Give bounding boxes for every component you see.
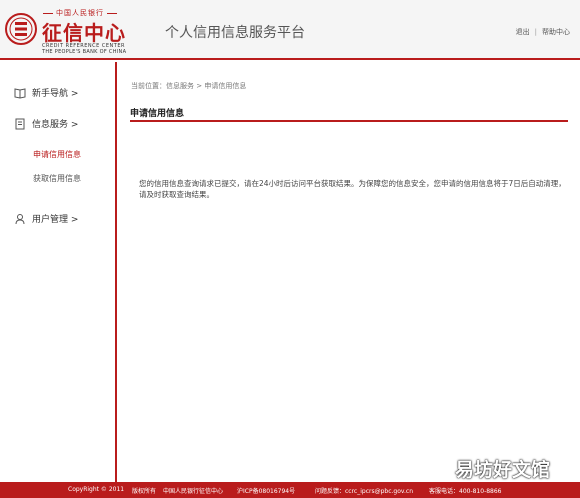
nav-credit-service[interactable]: 信息服务 > (14, 117, 78, 130)
site-title: 个人信用信息服务平台 (165, 25, 305, 41)
footer-icp: 沪ICP备08016794号 (237, 488, 296, 495)
page-footer: CopyRight © 2011 版权所有 中国人民银行征信中心 沪ICP备08… (0, 482, 580, 498)
footer-owner: 中国人民银行征信中心 (163, 488, 224, 495)
footer-hotline: 客服电话：400-810-8866 (429, 488, 502, 495)
sidebar-item-get-credit[interactable]: 获取信用信息 (33, 173, 81, 184)
sidebar: 新手导航 > 信息服务 > 申请信用信息 获取信用信息 用户管理 > (0, 62, 117, 482)
section-divider (130, 120, 568, 122)
main-content: 当前位置：信息服务 > 申请信用信息 申请信用信息 您的信用信息查询请求已提交，… (119, 62, 580, 482)
footer-copyright: CopyRight © 2011 (68, 486, 125, 493)
top-links: 退出 | 帮助中心 (516, 27, 570, 37)
document-icon (15, 118, 25, 129)
nav-guide-label: 新手导航 > (32, 89, 79, 99)
breadcrumb: 当前位置：信息服务 > 申请信用信息 (131, 82, 247, 90)
nav-guide[interactable]: 新手导航 > (14, 86, 78, 99)
logo-english-line-2: THE PEOPLE'S BANK OF CHINA (42, 49, 127, 55)
page-header: 中国人民银行 征信中心 CREDIT REFERENCE CENTER THE … (0, 0, 580, 60)
link-separator: | (534, 28, 537, 36)
footer-rights: 版权所有 (132, 488, 157, 495)
watermark: 易坊好文馆 (454, 459, 550, 481)
nav-user-management-label: 用户管理 > (32, 215, 79, 225)
footer-feedback[interactable]: 问题反馈：ccrc_ipcrs@pbc.gov.cn (315, 486, 413, 495)
section-title: 申请信用信息 (130, 109, 185, 119)
sidebar-item-apply-credit[interactable]: 申请信用信息 (33, 149, 81, 160)
nav-user-management[interactable]: 用户管理 > (14, 212, 78, 225)
logo: 中国人民银行 征信中心 CREDIT REFERENCE CENTER THE … (4, 6, 154, 56)
logout-link[interactable]: 退出 (516, 28, 530, 36)
help-link[interactable]: 帮助中心 (542, 28, 570, 36)
seal-icon (5, 13, 37, 45)
user-icon (15, 213, 25, 224)
book-icon (14, 87, 26, 99)
result-message: 您的信用信息查询请求已提交，请在24小时后访问平台获取结果。为保障您的信息安全，… (139, 179, 566, 199)
nav-credit-service-label: 信息服务 > (32, 120, 79, 130)
logo-main-text: 征信中心 (42, 21, 126, 45)
